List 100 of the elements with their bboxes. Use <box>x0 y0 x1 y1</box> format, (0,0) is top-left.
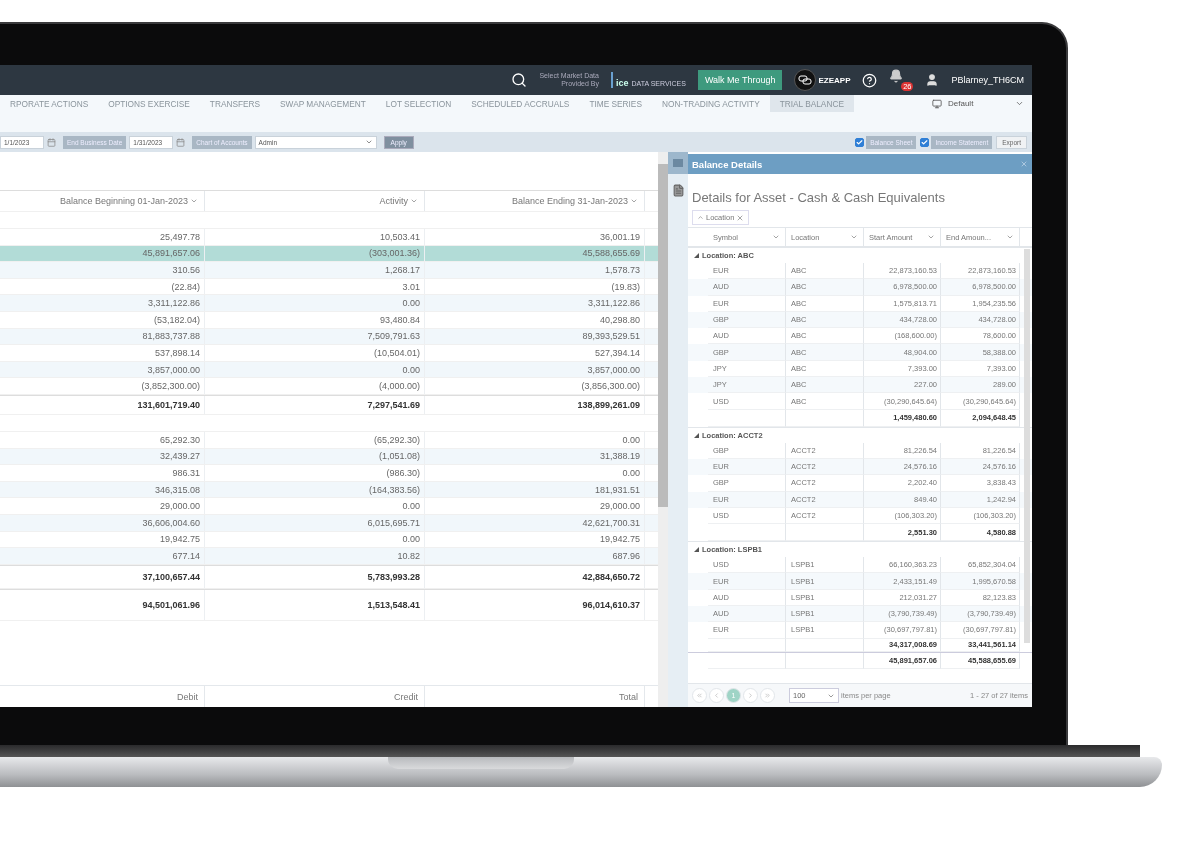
table-row[interactable]: (3,852,300.00) (4,000.00) (3,856,300.00) <box>0 378 658 395</box>
calendar-icon[interactable] <box>47 137 56 147</box>
table-cell: 93,480.84 <box>205 311 425 328</box>
table-cell: (164,383.56) <box>205 481 425 498</box>
user-icon[interactable] <box>925 73 940 87</box>
table-cell: 3,857,000.00 <box>425 361 645 378</box>
monitor-icon <box>932 98 942 109</box>
total-cell: 138,899,261.09 <box>425 395 645 414</box>
scrollbar[interactable] <box>658 152 668 707</box>
nav-tab[interactable]: SCHEDULED ACCRUALS <box>461 95 580 112</box>
table-row[interactable]: 677.14 10.82 687.96 <box>0 548 658 565</box>
table-cell: 89,393,529.51 <box>425 328 645 345</box>
sort-up-icon[interactable] <box>697 214 704 221</box>
app-name: EZEAPP <box>818 75 851 85</box>
grand-total-cell: 1,513,548.41 <box>205 589 425 620</box>
total-cell: 7,297,541.69 <box>205 395 425 414</box>
next-page-button[interactable] <box>743 688 758 703</box>
table-cell: 40,298.80 <box>425 311 645 328</box>
chevron-down-icon[interactable] <box>630 197 638 205</box>
first-page-button[interactable] <box>692 688 707 703</box>
panel-tab[interactable] <box>668 152 688 174</box>
column-header[interactable]: Activity <box>205 191 425 211</box>
table-cell: (19.83) <box>425 278 645 295</box>
help-icon[interactable] <box>862 72 878 88</box>
nav-tab[interactable]: SWAP MANAGEMENT <box>270 95 376 112</box>
table-cell: (65,292.30) <box>205 431 425 448</box>
table-cell: 0.00 <box>425 431 645 448</box>
nav-tab[interactable]: TIME SERIES <box>579 95 652 112</box>
table-cell: (3,852,300.00) <box>0 378 205 394</box>
chevron-down-icon[interactable] <box>410 197 418 205</box>
close-icon[interactable] <box>1020 160 1028 168</box>
chevron-down-icon[interactable] <box>1006 233 1014 241</box>
table-cell: 45,891,657.06 <box>0 245 205 262</box>
calendar-icon[interactable] <box>176 137 186 147</box>
table-cell: 346,315.08 <box>0 481 205 498</box>
last-page-button[interactable] <box>760 688 775 703</box>
table-cell: 19,942.75 <box>0 531 205 548</box>
checkbox[interactable] <box>855 137 865 147</box>
table-cell: 3.01 <box>205 278 425 295</box>
document-icon[interactable] <box>671 184 685 197</box>
total-cell: 42,884,650.72 <box>425 565 645 588</box>
footer-label: Credit <box>205 686 425 707</box>
table-cell: 6,015,695.71 <box>205 514 425 531</box>
footer-label: Debit <box>0 686 205 707</box>
table-cell: 310.56 <box>0 262 205 278</box>
grand-total-cell: 96,014,610.37 <box>425 589 645 620</box>
chevron-down-icon[interactable] <box>190 197 198 205</box>
table-row[interactable]: 537,898.14 (10,504.01) 527,394.14 <box>0 345 658 362</box>
table-cell: 677.14 <box>0 548 205 564</box>
last-page-icon <box>764 692 771 699</box>
table-cell: 687.96 <box>425 548 645 564</box>
table-cell: (10,504.01) <box>205 345 425 361</box>
table-row[interactable]: 25,497.78 10,503.41 36,001.19 <box>0 229 658 246</box>
table-cell: (3,856,300.00) <box>425 378 645 394</box>
table-cell: (4,000.00) <box>205 378 425 394</box>
column-header[interactable]: Balance Ending 31-Jan-2023 <box>425 191 645 211</box>
nav-tab[interactable]: LOT SELECTION <box>375 95 462 112</box>
table-cell: 0.00 <box>425 465 645 481</box>
scrollbar[interactable] <box>1024 249 1030 643</box>
user-name[interactable]: PBlarney_TH6CM <box>951 75 1024 85</box>
footer-label: Total <box>425 686 645 707</box>
chevron-down-icon[interactable] <box>364 138 373 146</box>
search-icon[interactable] <box>511 72 528 88</box>
table-row[interactable]: 986.31 (986.30) 0.00 <box>0 465 658 482</box>
table-cell: 10.82 <box>205 548 425 564</box>
table-cell: 65,292.30 <box>0 431 205 448</box>
checkbox[interactable] <box>920 137 930 147</box>
layout-select[interactable]: Default <box>932 95 1028 112</box>
next-page-icon <box>747 692 754 699</box>
nav-tab[interactable]: RPORATE ACTIONS <box>0 95 99 112</box>
expand-triangle-icon[interactable] <box>694 432 699 438</box>
table-cell: 0.00 <box>205 498 425 514</box>
chevron-down-icon[interactable] <box>927 233 935 241</box>
nav-tab[interactable]: NON-TRADING ACTIVITY <box>651 95 770 112</box>
expand-triangle-icon[interactable] <box>694 253 699 258</box>
table-row[interactable]: 3,311,122.86 0.00 3,311,122.86 <box>0 295 658 312</box>
close-icon[interactable] <box>736 213 745 222</box>
total-cell: 131,601,719.40 <box>0 395 205 414</box>
table-cell: 36,001.19 <box>425 229 645 245</box>
nav-tab[interactable]: TRANSFERS <box>199 95 271 112</box>
table-cell: 527,394.14 <box>425 345 645 361</box>
column-header[interactable]: Balance Beginning 01-Jan-2023 <box>0 191 205 211</box>
details-heading: Details for Asset - Cash & Cash Equivalents <box>691 189 946 207</box>
table-cell: 1,268.17 <box>205 262 425 278</box>
table-cell: (22.84) <box>0 278 205 295</box>
table-cell: 25,497.78 <box>0 229 205 245</box>
walk-me-through-button[interactable]: Walk Me Through <box>697 70 783 90</box>
table-row[interactable]: 310.56 1,268.17 1,578.73 <box>0 262 658 279</box>
nav-tab[interactable]: OPTIONS EXERCISE <box>98 95 200 112</box>
chevron-down-icon[interactable] <box>1015 99 1024 108</box>
chevron-down-icon[interactable] <box>772 233 780 241</box>
table-cell: 19,942.75 <box>425 531 645 548</box>
table-cell: (1,051.08) <box>205 448 425 465</box>
expand-triangle-icon[interactable] <box>694 547 699 553</box>
panel-title: Balance Details <box>692 158 763 170</box>
table-row[interactable]: 29,000.00 0.00 29,000.00 <box>0 498 658 515</box>
table-cell: 31,388.19 <box>425 448 645 465</box>
chevron-down-icon[interactable] <box>850 233 858 241</box>
previous-page-button[interactable] <box>709 688 724 703</box>
table-cell: (303,001.36) <box>205 245 425 262</box>
